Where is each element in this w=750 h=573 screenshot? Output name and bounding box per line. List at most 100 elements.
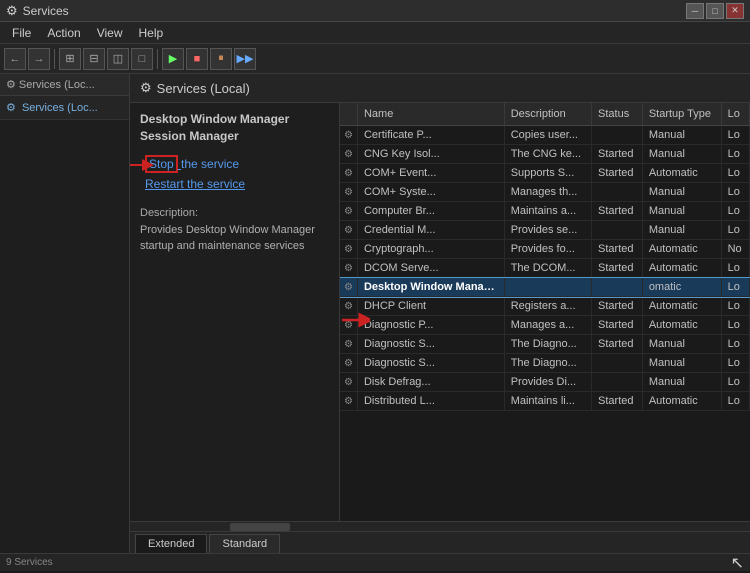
service-name: Distributed L... — [357, 392, 504, 411]
table-row[interactable]: ⚙Certificate P...Copies user...ManualLo — [340, 126, 750, 145]
detail-service-title: Desktop Window ManagerSession Manager — [140, 111, 329, 145]
toolbar-btn-2[interactable]: ⊟ — [83, 48, 105, 70]
service-logon: Lo — [721, 259, 749, 278]
service-logon: Lo — [721, 202, 749, 221]
table-row[interactable]: ⚙Desktop Window Manager Session Managero… — [340, 278, 750, 297]
service-status: Started — [592, 240, 643, 259]
toolbar-btn-1[interactable]: ⊞ — [59, 48, 81, 70]
service-startup: Manual — [642, 202, 721, 221]
gear-icon: ⚙ — [344, 168, 353, 179]
content-header-title: Services (Local) — [157, 81, 250, 96]
detail-panel: Desktop Window ManagerSession Manager St… — [130, 103, 340, 521]
service-name: Desktop Window Manager Session Manager — [357, 278, 504, 297]
service-status — [592, 373, 643, 392]
service-name: Diagnostic S... — [357, 335, 504, 354]
toolbar-btn-3[interactable]: ◫ — [107, 48, 129, 70]
forward-button[interactable]: → — [28, 48, 50, 70]
toolbar-btn-4[interactable]: □ — [131, 48, 153, 70]
service-logon: Lo — [721, 164, 749, 183]
service-description: Provides Di... — [504, 373, 591, 392]
scrollbar-thumb[interactable] — [230, 523, 290, 531]
table-row[interactable]: ⚙Diagnostic P...Manages a...StartedAutom… — [340, 316, 750, 335]
tab-standard[interactable]: Standard — [209, 534, 280, 553]
menu-view[interactable]: View — [89, 24, 131, 42]
table-row[interactable]: ⚙DCOM Serve...The DCOM...StartedAutomati… — [340, 259, 750, 278]
service-startup: Manual — [642, 354, 721, 373]
service-description: Manages th... — [504, 183, 591, 202]
pause-button[interactable]: ⏸ — [210, 48, 232, 70]
sidebar-header: ⚙ Services (Loc... — [0, 74, 129, 96]
sidebar-item-services-local[interactable]: ⚙ Services (Loc... — [0, 96, 129, 120]
service-name: Diagnostic P... — [357, 316, 504, 335]
service-logon: Lo — [721, 221, 749, 240]
sidebar-tree-label: Services (Loc... — [22, 102, 98, 114]
stop-button[interactable]: ■ — [186, 48, 208, 70]
content-header: ⚙ Services (Local) — [130, 74, 750, 103]
menu-help[interactable]: Help — [131, 24, 172, 42]
close-button[interactable]: ✕ — [726, 3, 744, 19]
gear-icon: ⚙ — [344, 263, 353, 274]
maximize-button[interactable]: □ — [706, 3, 724, 19]
table-row[interactable]: ⚙Computer Br...Maintains a...StartedManu… — [340, 202, 750, 221]
table-row[interactable]: ⚙CNG Key Isol...The CNG ke...StartedManu… — [340, 145, 750, 164]
service-description: Copies user... — [504, 126, 591, 145]
service-logon: Lo — [721, 392, 749, 411]
table-row[interactable]: ⚙Credential M...Provides se...ManualLo — [340, 221, 750, 240]
table-row[interactable]: ⚙Diagnostic S...The Diagno...StartedManu… — [340, 335, 750, 354]
table-row[interactable]: ⚙COM+ Event...Supports S...StartedAutoma… — [340, 164, 750, 183]
stop-action-line: Stop the service — [145, 155, 329, 173]
sidebar-header-text: Services (Loc... — [19, 79, 95, 91]
restart-button[interactable]: ▶▶ — [234, 48, 256, 70]
table-header-row: Name Description Status Startup Type Lo — [340, 103, 750, 126]
service-name: Diagnostic S... — [357, 354, 504, 373]
service-description: Maintains a... — [504, 202, 591, 221]
content-area: ⚙ Services (Local) Desktop Window Manage… — [130, 74, 750, 553]
horizontal-scrollbar[interactable] — [130, 521, 750, 531]
gear-icon: ⚙ — [344, 301, 353, 312]
content-header-icon: ⚙ — [140, 80, 152, 96]
title-bar-text: Services — [23, 4, 686, 18]
col-icon — [340, 103, 357, 126]
service-startup: Manual — [642, 335, 721, 354]
description-text: Provides Desktop Window Manager startup … — [140, 222, 329, 255]
restart-service-link[interactable]: Restart the service — [145, 177, 329, 191]
service-icon-cell: ⚙ — [340, 392, 357, 411]
table-row[interactable]: ⚙COM+ Syste...Manages th...ManualLo — [340, 183, 750, 202]
menu-file[interactable]: File — [4, 24, 39, 42]
col-description[interactable]: Description — [504, 103, 591, 126]
services-table: Name Description Status Startup Type Lo … — [340, 103, 750, 411]
gear-icon: ⚙ — [344, 339, 353, 350]
service-name: Computer Br... — [357, 202, 504, 221]
gear-icon: ⚙ — [344, 149, 353, 160]
col-startup[interactable]: Startup Type — [642, 103, 721, 126]
table-row[interactable]: ⚙Cryptograph...Provides fo...StartedAuto… — [340, 240, 750, 259]
description-label: Description: — [140, 207, 329, 219]
description-section: Description: Provides Desktop Window Man… — [140, 207, 329, 255]
table-row[interactable]: ⚙Distributed L...Maintains li...StartedA… — [340, 392, 750, 411]
service-logon: Lo — [721, 354, 749, 373]
service-icon-cell: ⚙ — [340, 278, 357, 297]
minimize-button[interactable]: ─ — [686, 3, 704, 19]
table-area[interactable]: Name Description Status Startup Type Lo … — [340, 103, 750, 521]
col-status[interactable]: Status — [592, 103, 643, 126]
title-bar-controls: ─ □ ✕ — [686, 3, 744, 19]
stop-service-link[interactable]: Stop — [145, 157, 181, 171]
service-icon-cell: ⚙ — [340, 316, 357, 335]
cursor-indicator: ↖ — [731, 553, 744, 573]
service-description: The CNG ke... — [504, 145, 591, 164]
col-name[interactable]: Name — [357, 103, 504, 126]
table-row[interactable]: ⚙Disk Defrag...Provides Di...ManualLo — [340, 373, 750, 392]
play-button[interactable]: ▶ — [162, 48, 184, 70]
col-lo[interactable]: Lo — [721, 103, 749, 126]
service-startup: Manual — [642, 126, 721, 145]
tab-extended[interactable]: Extended — [135, 534, 207, 553]
service-startup: Manual — [642, 183, 721, 202]
service-status: Started — [592, 164, 643, 183]
back-button[interactable]: ← — [4, 48, 26, 70]
table-row[interactable]: ⚙Diagnostic S...The Diagno...ManualLo — [340, 354, 750, 373]
stop-box-highlight: Stop — [145, 155, 178, 173]
table-row[interactable]: ⚙DHCP ClientRegisters a...StartedAutomat… — [340, 297, 750, 316]
sidebar-tree-icon: ⚙ — [6, 102, 16, 114]
menu-action[interactable]: Action — [39, 24, 88, 42]
gear-icon: ⚙ — [344, 225, 353, 236]
